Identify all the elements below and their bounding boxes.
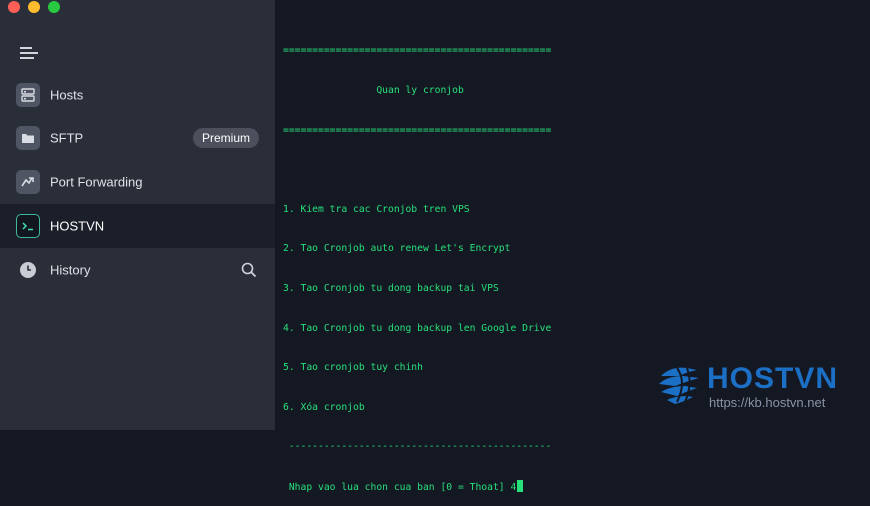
port-forward-icon [16,170,40,194]
sidebar-item-hostvn[interactable]: HOSTVN [0,204,275,248]
terminal-line: ========================================… [283,45,552,57]
clock-icon [16,258,40,282]
terminal-line: 4. Tao Cronjob tu dong backup len Google… [283,322,552,334]
sidebar: Hosts SFTP Premium Port Forwarding HOSTV… [0,0,275,430]
terminal-line: 2. Tao Cronjob auto renew Let's Encrypt [283,243,511,255]
sidebar-item-label: Port Forwarding [50,174,143,190]
window-controls [8,1,60,13]
terminal-line: 1. Kiem tra cac Cronjob tren VPS [283,203,470,215]
search-icon[interactable] [241,262,257,278]
hostvn-watermark: HOSTVN https://kb.hostvn.net [657,362,852,412]
sidebar-item-history[interactable]: History [0,248,275,292]
hostvn-globe-logo-icon [659,367,699,404]
sidebar-item-label: Hosts [50,87,84,103]
terminal-prompt-text: Nhap vao lua chon cua ban [0 = Thoat] 4 [283,481,517,493]
maximize-window-button[interactable] [48,1,60,13]
terminal-cursor [517,479,524,492]
terminal-line: ----------------------------------------… [283,441,552,453]
terminal-prompt-line[interactable]: Nhap vao lua chon cua ban [0 = Thoat] 4 [283,479,863,493]
sidebar-item-label: HOSTVN [50,218,105,234]
terminal-line: ========================================… [283,124,552,136]
sidebar-item-sftp[interactable]: SFTP Premium [0,116,275,160]
hamburger-menu-icon[interactable] [20,46,38,60]
premium-badge[interactable]: Premium [192,128,259,148]
sidebar-item-hosts[interactable]: Hosts [0,73,275,117]
terminal-output[interactable]: ========================================… [283,18,863,506]
sidebar-item-label: SFTP [50,130,84,146]
close-window-button[interactable] [8,1,20,13]
watermark-brand: HOSTVN [707,362,839,395]
terminal-line: 3. Tao Cronjob tu dong backup tai VPS [283,282,499,294]
watermark-url: https://kb.hostvn.net [709,395,826,410]
minimize-window-button[interactable] [28,1,40,13]
folder-icon [16,126,40,150]
terminal-prompt-icon [16,214,40,238]
terminal-line: Quan ly cronjob [283,85,464,96]
sidebar-item-port-forwarding[interactable]: Port Forwarding [0,160,275,204]
hosts-grid-icon [16,83,40,107]
sidebar-item-label: History [50,262,91,278]
